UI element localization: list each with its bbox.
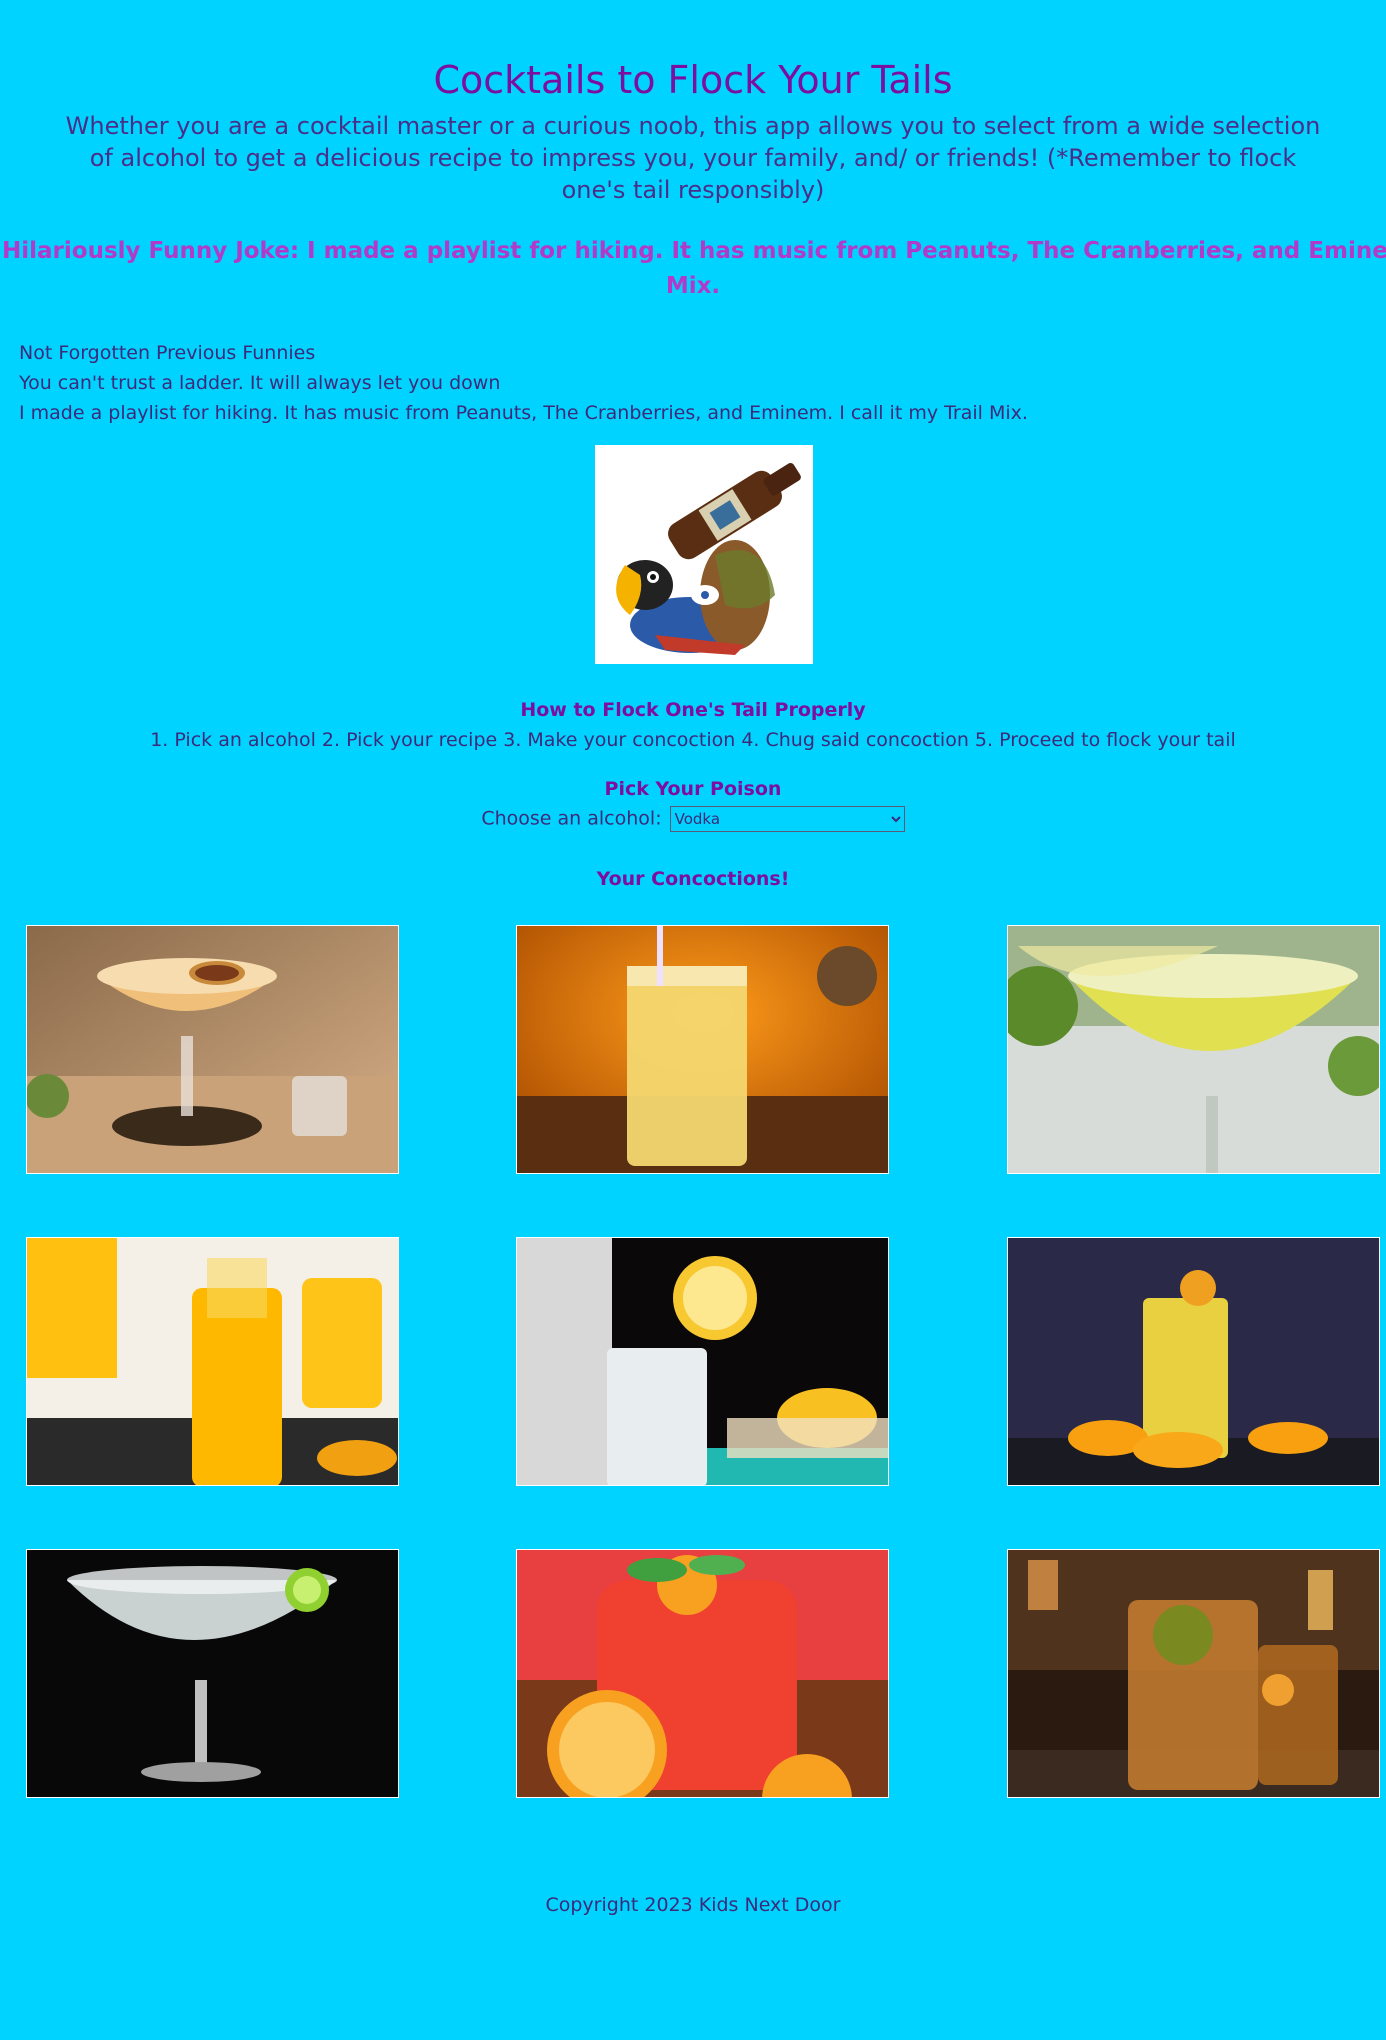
vodka-gimlet-image[interactable] (26, 1549, 399, 1798)
previous-funny-item: I made a playlist for hiking. It has mus… (19, 402, 1028, 424)
joke-banner: Hilariously Funny Joke: I made a playlis… (0, 234, 1386, 304)
screwdriver-highball-image[interactable] (516, 925, 889, 1174)
red-punch-image[interactable] (516, 1549, 889, 1798)
footer-copyright: Copyright 2023 Kids Next Door (545, 1894, 841, 1916)
alcohol-picker: Choose an alcohol: Vodka (0, 806, 1386, 832)
howto-steps: 1. Pick an alcohol 2. Pick your recipe 3… (150, 729, 1236, 751)
long-island-iced-tea-image[interactable] (1007, 1549, 1380, 1798)
howto-heading: How to Flock One's Tail Properly (520, 699, 866, 721)
previous-funnies-heading: Not Forgotten Previous Funnies (19, 342, 316, 364)
joke-text-line2: Mix. (665, 273, 721, 299)
passionfruit-martini-image[interactable] (26, 925, 399, 1174)
page-title: Cocktails to Flock Your Tails (433, 58, 953, 102)
concoctions-heading: Your Concoctions! (596, 868, 790, 890)
alcohol-select-label: Choose an alcohol: (481, 807, 662, 830)
lemon-drop-martini-image[interactable] (1007, 925, 1380, 1174)
alcohol-select[interactable]: Vodka (669, 806, 905, 832)
toucan-bottle-holder-image (595, 445, 813, 664)
page-subtitle: Whether you are a cocktail master or a c… (65, 112, 1321, 204)
joke-text-line1: Hilariously Funny Joke: I made a playlis… (2, 238, 1386, 264)
orange-juice-cocktail-image[interactable] (26, 1237, 399, 1486)
previous-funnies: Not Forgotten Previous Funnies You can't… (19, 338, 1028, 428)
pick-poison-heading: Pick Your Poison (604, 778, 782, 800)
vodka-lemonade-image[interactable] (516, 1237, 889, 1486)
previous-funny-item: You can't trust a ladder. It will always… (19, 372, 501, 394)
orange-highball-image[interactable] (1007, 1237, 1380, 1486)
